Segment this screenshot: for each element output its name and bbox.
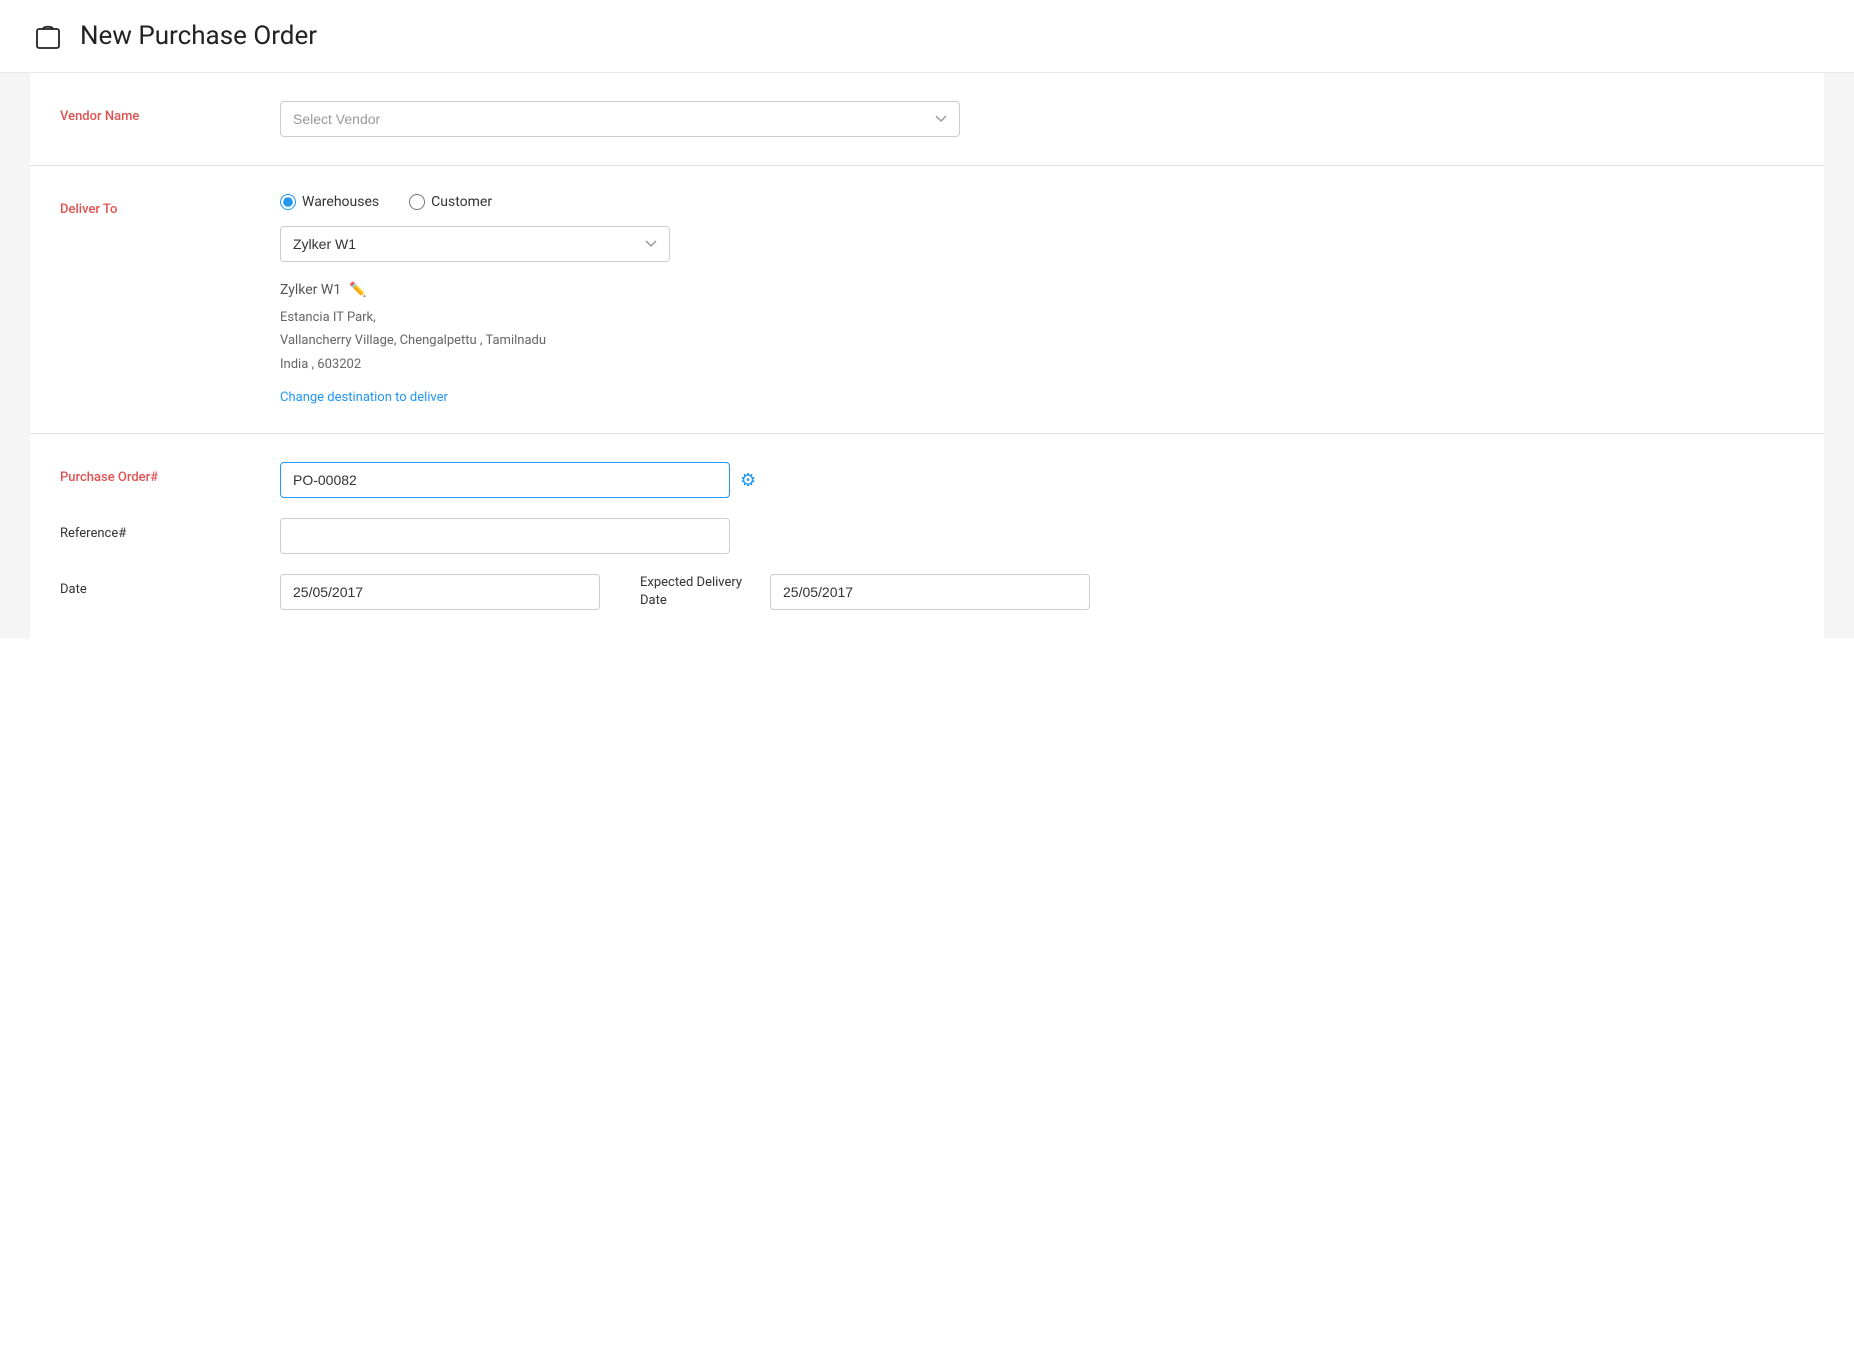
address-name-row: Zylker W1 ✏️ xyxy=(280,282,1794,298)
po-input-row: ⚙ xyxy=(280,462,1794,498)
address-line-2: Vallancherry Village, Chengalpettu , Tam… xyxy=(280,329,1794,352)
radio-warehouses-label: Warehouses xyxy=(302,194,379,210)
expected-delivery-group: Expected Delivery Date xyxy=(640,574,1090,610)
date-fields-row: Expected Delivery Date xyxy=(280,574,1794,610)
change-destination-link[interactable]: Change destination to deliver xyxy=(280,390,448,405)
reference-control xyxy=(280,518,1794,554)
date-input[interactable] xyxy=(280,574,600,610)
vendor-label: Vendor Name xyxy=(60,101,280,124)
po-number-row: Purchase Order# ⚙ xyxy=(60,462,1794,498)
form-container: Vendor Name Select Vendor Deliver To War… xyxy=(0,73,1854,639)
vendor-section: Vendor Name Select Vendor xyxy=(30,73,1824,166)
address-block: Zylker W1 ✏️ Estancia IT Park, Vallanche… xyxy=(280,282,1794,405)
purchase-order-section: Purchase Order# ⚙ Reference# Date xyxy=(30,434,1824,638)
page-title: New Purchase Order xyxy=(80,21,317,51)
address-line-1: Estancia IT Park, xyxy=(280,306,1794,329)
vendor-control: Select Vendor xyxy=(280,101,1794,137)
edit-icon[interactable]: ✏️ xyxy=(349,282,366,298)
page-header: New Purchase Order xyxy=(0,0,1854,73)
gear-icon[interactable]: ⚙ xyxy=(740,470,756,491)
radio-customer-input[interactable] xyxy=(409,194,425,210)
reference-row: Reference# xyxy=(60,518,1794,554)
date-label: Date xyxy=(60,574,280,597)
vendor-row: Vendor Name Select Vendor xyxy=(60,101,1794,137)
reference-input[interactable] xyxy=(280,518,730,554)
po-number-input[interactable] xyxy=(280,462,730,498)
reference-label: Reference# xyxy=(60,518,280,541)
expected-delivery-input[interactable] xyxy=(770,574,1090,610)
po-label: Purchase Order# xyxy=(60,462,280,485)
date-control: Expected Delivery Date xyxy=(280,574,1794,610)
radio-warehouses-input[interactable] xyxy=(280,194,296,210)
warehouse-select[interactable]: Zylker W1 xyxy=(280,226,670,262)
po-control: ⚙ xyxy=(280,462,1794,498)
shopping-bag-icon xyxy=(30,18,66,54)
expected-delivery-label: Expected Delivery Date xyxy=(640,574,770,610)
deliver-to-control: Warehouses Customer Zylker W1 Zylker W1 … xyxy=(280,194,1794,405)
radio-customer-label: Customer xyxy=(431,194,492,210)
address-name: Zylker W1 xyxy=(280,282,341,298)
address-line-3: India , 603202 xyxy=(280,353,1794,376)
deliver-to-radio-group: Warehouses Customer xyxy=(280,194,1794,210)
radio-option-customer[interactable]: Customer xyxy=(409,194,492,210)
deliver-to-row: Deliver To Warehouses Customer Zylker W1 xyxy=(60,194,1794,405)
vendor-select[interactable]: Select Vendor xyxy=(280,101,960,137)
deliver-to-section: Deliver To Warehouses Customer Zylker W1 xyxy=(30,166,1824,434)
radio-option-warehouses[interactable]: Warehouses xyxy=(280,194,379,210)
date-row: Date Expected Delivery Date xyxy=(60,574,1794,610)
deliver-to-label: Deliver To xyxy=(60,194,280,217)
